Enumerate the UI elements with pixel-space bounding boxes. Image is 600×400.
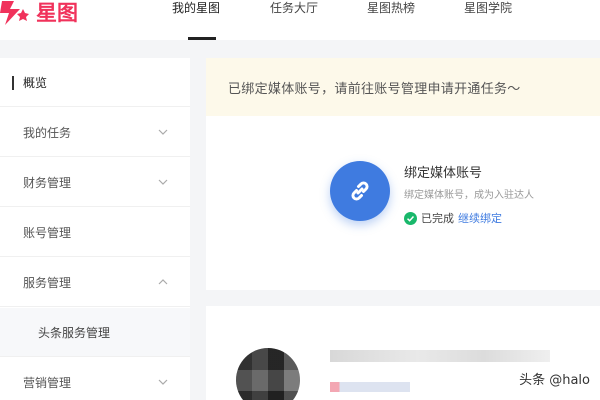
nav-tab-task-hall[interactable]: 任务大厅 [270,0,318,40]
check-circle-icon [404,211,417,225]
bind-status: 已完成 继续绑定 [404,210,502,226]
sidebar-item-overview[interactable]: 概览 [0,58,190,107]
nav-tab-my-xingtu[interactable]: 我的星图 [172,0,220,40]
blurred-name [330,350,550,362]
chevron-up-icon [158,279,168,285]
top-navigation-bar: 星图 我的星图 任务大厅 星图热榜 星图学院 [0,0,600,40]
logo-text: 星图 [36,1,78,25]
sidebar-item-services[interactable]: 服务管理 [0,258,190,307]
link-icon [330,161,390,221]
notice-banner: 已绑定媒体账号，请前往账号管理申请开通任务～ [206,58,600,116]
chevron-down-icon [158,379,168,385]
continue-binding-link[interactable]: 继续绑定 [458,210,502,226]
sidebar-item-accounts[interactable]: 账号管理 [0,208,190,257]
bind-account-card: 绑定媒体账号 绑定媒体账号，成为入驻达人 已完成 继续绑定 [206,116,600,290]
chevron-down-icon [158,179,168,185]
blurred-info [330,382,410,392]
star-logo-icon [0,1,29,25]
sidebar-item-label: 服务管理 [23,275,72,290]
status-completed-text: 已完成 [421,212,454,225]
sidebar: 概览 我的任务 财务管理 账号管理 服务管理 头条服务管理 营销管理 [0,58,190,400]
sidebar-item-label: 营销管理 [23,375,72,390]
nav-tab-hot-list[interactable]: 星图热榜 [367,0,415,40]
active-indicator [12,76,14,90]
sidebar-item-label: 我的任务 [23,125,72,140]
bind-title: 绑定媒体账号 [404,166,483,181]
watermark: 头条 @halo [519,373,590,388]
bind-description: 绑定媒体账号，成为入驻达人 [404,190,534,201]
sidebar-item-label: 概览 [23,75,48,90]
notice-text: 已绑定媒体账号，请前往账号管理申请开通任务～ [228,81,521,97]
avatar [236,348,300,400]
sidebar-item-my-tasks[interactable]: 我的任务 [0,108,190,157]
sidebar-subitem-toutiao-services[interactable]: 头条服务管理 [0,308,190,357]
sidebar-item-marketing[interactable]: 营销管理 [0,358,190,400]
sidebar-item-label: 头条服务管理 [38,325,111,340]
chevron-down-icon [158,129,168,135]
sidebar-item-label: 财务管理 [23,175,72,190]
active-tab-indicator [188,37,216,40]
sidebar-item-finance[interactable]: 财务管理 [0,158,190,207]
sidebar-item-label: 账号管理 [23,225,72,240]
app-logo[interactable]: 星图 [0,0,78,26]
nav-tab-academy[interactable]: 星图学院 [464,0,512,40]
